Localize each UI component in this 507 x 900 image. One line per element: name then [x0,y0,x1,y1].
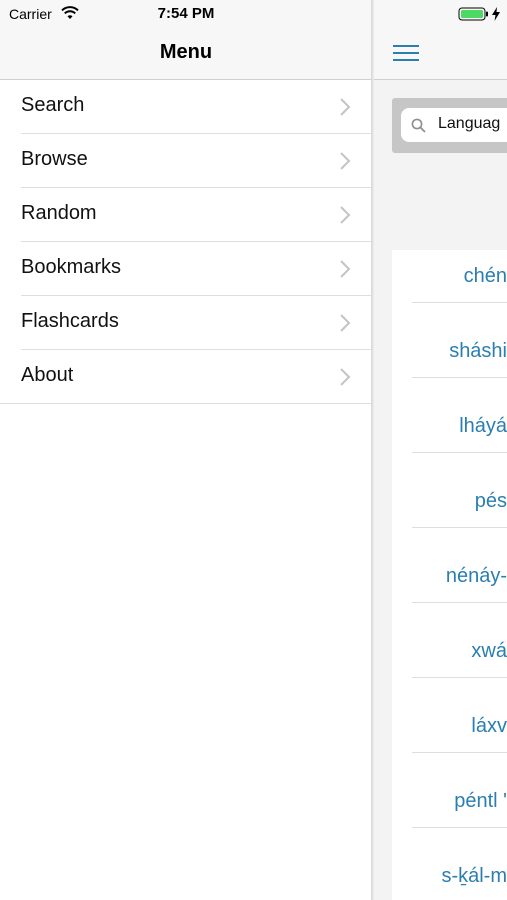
menu-item-browse[interactable]: Browse [0,134,372,188]
menu-item-label: Search [21,94,85,116]
menu-item-label: About [21,364,74,386]
result-separator [412,377,507,378]
result-row[interactable]: xwá [392,625,507,700]
chevron-right-icon [340,98,351,116]
search-input-value: Languag [438,115,501,132]
results-list: chén sháshi lháyá pés nénáy- xwá láxv pé… [392,250,507,900]
result-word: péntl ' [454,790,507,812]
battery-icon [458,7,488,21]
menu-separator [0,403,372,404]
menu-item-search[interactable]: Search [0,80,372,134]
result-separator [412,302,507,303]
content-panel: Languag chén sháshi lháyá pés nénáy- xwá [374,0,507,900]
result-row[interactable]: nénáy- [392,550,507,625]
result-row[interactable]: pés [392,475,507,550]
result-word: sháshi [449,340,507,362]
content-nav-bar [374,28,507,80]
result-row[interactable]: sháshi [392,325,507,400]
menu-list: Search Browse Random Bookmarks Flashcard… [0,80,372,404]
result-separator [412,677,507,678]
status-time: 7:54 PM [157,5,215,22]
result-row[interactable]: chén [392,250,507,325]
search-bar-container: Languag [392,98,507,153]
chevron-right-icon [340,314,351,332]
menu-panel: Carrier 7:54 PM Menu Search Browse Rando… [0,0,372,900]
menu-item-label: Bookmarks [21,256,122,278]
result-row[interactable]: lháyá [392,400,507,475]
result-word: s-ḵál-m [441,865,507,887]
menu-item-label: Browse [21,148,88,170]
chevron-right-icon [340,152,351,170]
result-separator [412,452,507,453]
result-separator [412,827,507,828]
menu-title: Menu [159,41,213,63]
content-status-bar [374,0,507,28]
result-word: chén [463,265,507,287]
chevron-right-icon [340,206,351,224]
chevron-right-icon [340,260,351,278]
result-word: lháyá [459,415,507,437]
result-separator [412,602,507,603]
menu-item-about[interactable]: About [0,350,372,404]
result-word: pés [474,490,507,512]
menu-item-label: Random [21,202,97,224]
menu-item-random[interactable]: Random [0,188,372,242]
chevron-right-icon [340,368,351,386]
search-input[interactable]: Languag [401,108,507,142]
result-separator [412,752,507,753]
menu-item-label: Flashcards [21,310,119,332]
result-row[interactable]: láxv [392,700,507,775]
result-separator [412,527,507,528]
menu-item-flashcards[interactable]: Flashcards [0,296,372,350]
result-row[interactable]: s-ḵál-m [392,850,507,900]
result-word: nénáy- [445,565,507,587]
result-word: xwá [471,640,507,662]
menu-nav-bar: Menu [0,28,372,80]
result-row[interactable]: péntl ' [392,775,507,850]
charging-bolt-icon [492,7,500,21]
menu-item-bookmarks[interactable]: Bookmarks [0,242,372,296]
search-icon [411,118,426,133]
result-word: láxv [471,715,507,737]
hamburger-icon[interactable] [393,43,421,63]
status-bar: Carrier 7:54 PM [0,0,372,28]
